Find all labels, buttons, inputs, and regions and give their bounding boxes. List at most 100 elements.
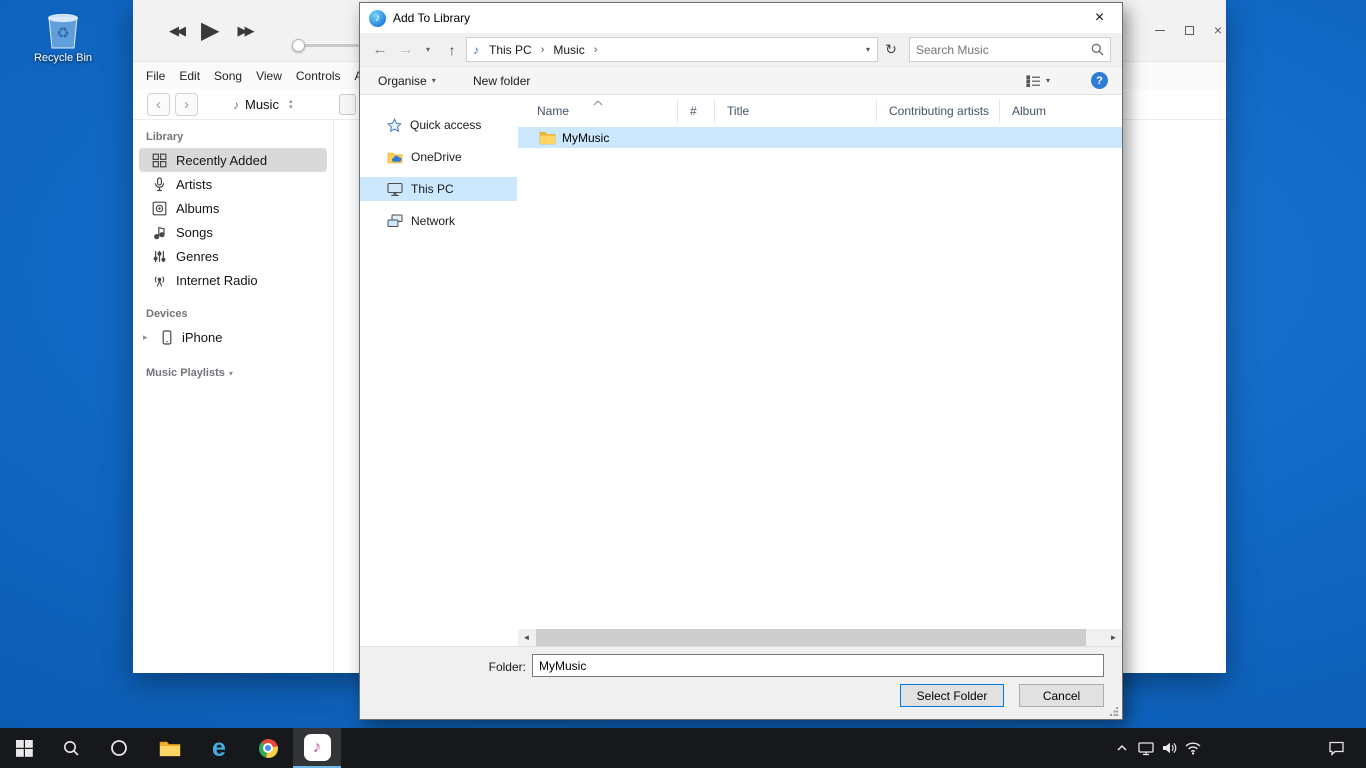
sidebar-item-label: Songs [176, 225, 213, 240]
menu-edit[interactable]: Edit [179, 69, 200, 83]
itunes-icon: ♪ [304, 734, 331, 761]
menu-file[interactable]: File [146, 69, 165, 83]
file-row-mymusic[interactable]: MyMusic [518, 127, 1122, 148]
location-icon: ♪ [473, 43, 479, 57]
breadcrumb-this-pc[interactable]: This PC [483, 38, 538, 61]
next-track-button[interactable]: ▶▶ [237, 23, 251, 39]
chrome-button[interactable] [244, 728, 292, 768]
sidebar-item-network[interactable]: Network [360, 209, 517, 233]
help-button[interactable]: ? [1091, 67, 1108, 94]
column-header-title[interactable]: Title [715, 99, 877, 123]
column-header-contributing-artists[interactable]: Contributing artists [877, 99, 1000, 123]
sidebar-item-songs[interactable]: Songs [139, 220, 327, 244]
device-button[interactable] [339, 94, 356, 115]
organise-button[interactable]: Organise ▾ [378, 67, 436, 94]
action-center-icon [1328, 741, 1345, 756]
sidebar-item-label: Recently Added [176, 153, 267, 168]
chevron-down-icon: ▾ [432, 76, 436, 85]
breadcrumb-music[interactable]: Music [547, 38, 590, 61]
dialog-close-button[interactable]: × [1077, 3, 1122, 32]
tray-network-button[interactable] [1181, 728, 1205, 768]
address-dropdown-icon[interactable]: ▾ [866, 45, 870, 54]
dialog-navigation-bar: ← → ▾ ↑ ♪ This PC › Music › ▾ ↻ [360, 33, 1122, 66]
itunes-maximize-button[interactable] [1180, 21, 1198, 39]
expander-icon[interactable]: ▸ [143, 332, 152, 343]
previous-track-button[interactable]: ◀◀ [169, 23, 183, 39]
volume-slider-knob[interactable] [292, 39, 305, 52]
back-button[interactable]: ← [368, 38, 392, 61]
sidebar-item-label: Internet Radio [176, 273, 258, 288]
scrollbar-track[interactable] [535, 629, 1105, 646]
sort-ascending-icon [592, 100, 604, 106]
sidebar-item-internet-radio[interactable]: Internet Radio [139, 268, 327, 292]
play-button[interactable]: ▶ [201, 19, 219, 43]
itunes-app-icon: ♪ [369, 10, 386, 27]
dialog-titlebar[interactable]: ♪ Add To Library × [360, 3, 1122, 33]
sidebar-item-recently-added[interactable]: Recently Added [139, 148, 327, 172]
folder-name-input[interactable] [532, 654, 1104, 677]
breadcrumb-chevron[interactable]: › [538, 44, 548, 56]
devices-header: Devices [146, 308, 333, 320]
itunes-back-button[interactable]: ‹ [147, 93, 170, 116]
sidebar-item-artists[interactable]: Artists [139, 172, 327, 196]
itunes-close-button[interactable]: × [1209, 21, 1227, 39]
tray-volume-button[interactable] [1157, 728, 1181, 768]
forward-button[interactable]: → [394, 38, 418, 61]
address-bar[interactable]: ♪ This PC › Music › ▾ [466, 37, 878, 62]
media-type-selector[interactable]: ♪ Music ▴▾ [233, 93, 292, 116]
action-center-button[interactable] [1316, 728, 1356, 768]
refresh-button[interactable]: ↻ [880, 37, 902, 62]
scroll-right-button[interactable]: ► [1105, 629, 1122, 646]
start-button[interactable] [0, 728, 48, 768]
search-input[interactable] [910, 43, 1091, 57]
chevron-down-icon: ▾ [229, 369, 233, 378]
itunes-taskbar-button[interactable]: ♪ [293, 728, 341, 768]
sidebar-item-iphone[interactable]: ▸ iPhone [139, 325, 327, 349]
resize-grip[interactable] [1109, 706, 1119, 716]
sidebar-item-label: OneDrive [411, 150, 462, 164]
recent-locations-button[interactable]: ▾ [420, 38, 436, 61]
taskbar-search-button[interactable] [47, 728, 95, 768]
recycle-bin[interactable]: ♻ Recycle Bin [24, 8, 102, 64]
sidebar-item-quick-access[interactable]: Quick access [360, 113, 517, 137]
select-folder-button[interactable]: Select Folder [900, 684, 1004, 707]
dialog-title: Add To Library [393, 11, 470, 25]
menu-view[interactable]: View [256, 69, 282, 83]
up-button[interactable]: ↑ [440, 38, 464, 61]
genres-icon [152, 249, 167, 264]
sidebar-item-albums[interactable]: Albums [139, 196, 327, 220]
search-icon [1091, 43, 1104, 56]
tray-pc-button[interactable] [1134, 728, 1158, 768]
chevron-up-icon [1115, 741, 1129, 755]
cortana-button[interactable] [95, 728, 143, 768]
horizontal-scrollbar[interactable]: ◄ ► [518, 629, 1122, 646]
breadcrumb-chevron[interactable]: › [591, 44, 601, 56]
column-header-number[interactable]: # [678, 99, 715, 123]
menu-controls[interactable]: Controls [296, 69, 341, 83]
file-name: MyMusic [562, 131, 609, 145]
menu-song[interactable]: Song [214, 69, 242, 83]
show-hidden-icons-button[interactable] [1110, 728, 1134, 768]
help-icon: ? [1091, 72, 1108, 89]
sidebar-item-genres[interactable]: Genres [139, 244, 327, 268]
edge-button[interactable]: e [195, 728, 243, 768]
itunes-minimize-button[interactable] [1151, 21, 1169, 39]
scrollbar-thumb[interactable] [536, 629, 1086, 646]
itunes-forward-button[interactable]: › [175, 93, 198, 116]
new-folder-button[interactable]: New folder [473, 67, 530, 94]
column-header-album[interactable]: Album [1000, 99, 1122, 123]
network-icon [387, 214, 403, 228]
onedrive-icon [387, 151, 403, 164]
music-playlists-header[interactable]: Music Playlists ▾ [146, 367, 333, 379]
search-box[interactable] [909, 37, 1111, 62]
file-explorer-button[interactable] [146, 728, 194, 768]
cancel-button[interactable]: Cancel [1019, 684, 1104, 707]
column-header-name[interactable]: Name [518, 99, 678, 123]
change-view-button[interactable]: ▾ [1026, 67, 1050, 94]
list-view-icon [1026, 75, 1041, 87]
recycle-bin-icon: ♻ [24, 8, 102, 50]
windows-logo-icon [16, 740, 33, 757]
sidebar-item-onedrive[interactable]: OneDrive [360, 145, 517, 169]
sidebar-item-this-pc[interactable]: This PC [360, 177, 517, 201]
scroll-left-button[interactable]: ◄ [518, 629, 535, 646]
